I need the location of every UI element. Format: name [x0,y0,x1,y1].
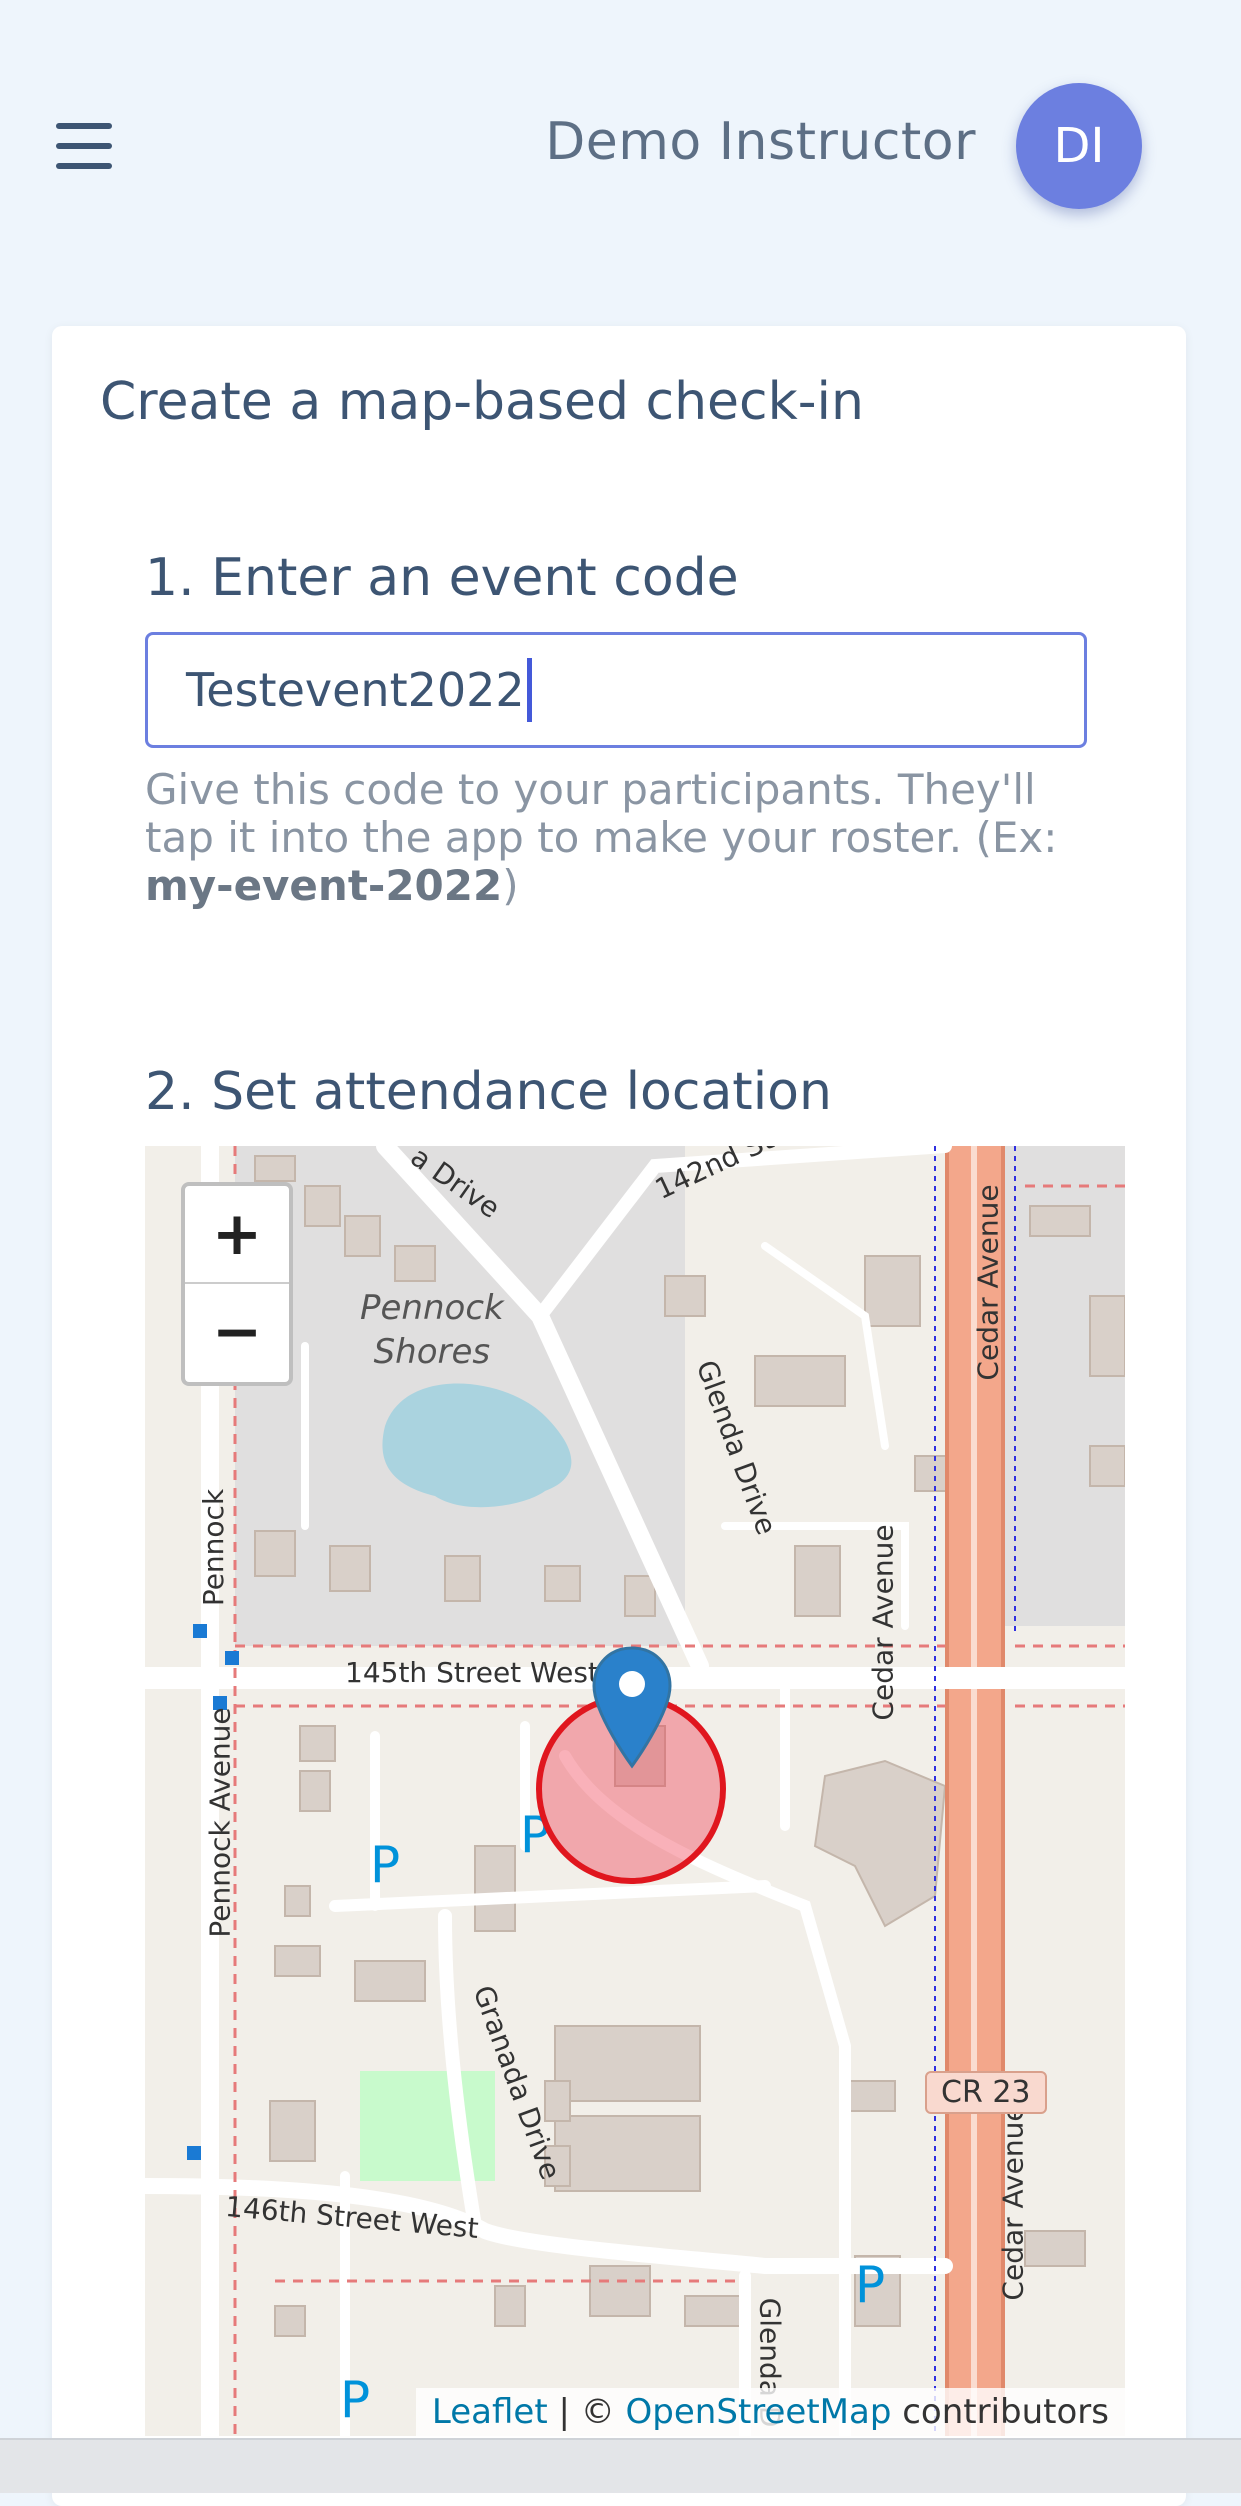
event-code-value: Testevent2022 [186,663,525,717]
help-example: my-event-2022 [145,861,503,910]
top-bar: Demo Instructor DI [0,0,1241,300]
zoom-control: + − [181,1182,293,1386]
street-label-cedar-3: Cedar Avenue [996,2104,1030,2301]
bottom-bar [0,2438,1241,2493]
street-label-pennock: Pennock [197,1488,231,1607]
parking-icon: P [340,2371,371,2429]
map-attribution: Leaflet | © OpenStreetMap contributors [415,2388,1125,2436]
place-label-line-2: Shores [373,1332,491,1372]
card-title: Create a map-based check-in [100,372,864,432]
zoom-out-button[interactable]: − [185,1284,289,1380]
zoom-in-button[interactable]: + [185,1186,289,1284]
attribution-separator: | © [547,2392,626,2432]
location-marker-icon[interactable] [592,1646,672,1771]
attribution-contributors: contributors [891,2392,1109,2432]
place-label: Pennock Shores [360,1286,504,1374]
parking-icon: P [370,1836,401,1894]
step2-label: 2. Set attendance location [145,1062,832,1122]
text-caret [526,658,532,722]
help-suffix: ) [502,861,519,910]
help-text: Give this code to your participants. The… [145,765,1058,862]
parking-icon: P [855,2256,886,2314]
user-name: Demo Instructor [545,112,976,172]
place-label-line-1: Pennock [360,1288,504,1328]
street-label-pennock-ave: Pennock Avenue [203,1707,237,1938]
avatar[interactable]: DI [1016,83,1142,209]
checkin-card: Create a map-based check-in 1. Enter an … [52,326,1186,2506]
hamburger-icon[interactable] [56,123,116,173]
street-label-145th: 145th Street West [345,1656,599,1689]
location-map[interactable]: a Drive 142nd Street West Cedar Avenue C… [145,1146,1125,2436]
event-code-input[interactable]: Testevent2022 [145,632,1087,748]
event-code-help: Give this code to your participants. The… [145,766,1105,910]
route-shield-cr23: CR 23 [925,2071,1047,2114]
step1-label: 1. Enter an event code [145,548,739,608]
street-label-cedar-2: Cedar Avenue [866,1524,900,1721]
osm-link[interactable]: OpenStreetMap [626,2392,892,2432]
leaflet-link[interactable]: Leaflet [432,2392,548,2432]
street-label-cedar-1: Cedar Avenue [971,1184,1005,1381]
